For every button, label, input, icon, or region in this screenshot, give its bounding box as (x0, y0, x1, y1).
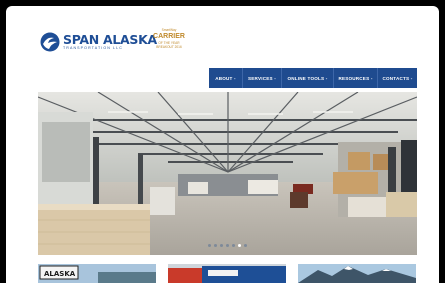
nav-about[interactable]: ABOUT - (209, 68, 243, 88)
nav-resources[interactable]: RESOURCES - (334, 68, 378, 88)
brand-name: SPAN ALASKA (63, 32, 157, 47)
browser-screen: SPAN ALASKA TRANSPORTATION LLC SmartWay … (6, 6, 439, 283)
slider-dot[interactable] (226, 244, 229, 247)
site-logo[interactable]: SPAN ALASKA TRANSPORTATION LLC (40, 32, 157, 52)
thumbnail-mountains[interactable] (298, 264, 416, 283)
brand-subtitle: TRANSPORTATION LLC (63, 46, 123, 50)
warehouse-photo (38, 92, 417, 255)
slider-dot[interactable] (208, 244, 211, 247)
nav-contacts[interactable]: CONTACTS - (378, 68, 417, 88)
carrier-award-badge: SmartWay CARRIER OF THE YEAR BREAKOUT 20… (152, 28, 186, 62)
nav-online-tools[interactable]: ONLINE TOOLS - (282, 68, 334, 88)
slider-dot[interactable] (214, 244, 217, 247)
hero-slider[interactable] (38, 92, 417, 255)
slider-dots (208, 244, 247, 247)
main-nav: ABOUT - SERVICES - ONLINE TOOLS - RESOUR… (209, 68, 417, 88)
slider-dot[interactable] (244, 244, 247, 247)
thumbnail-sign[interactable]: ALASKA (38, 264, 156, 283)
sign-photo: ALASKA (38, 264, 156, 283)
award-title: CARRIER (153, 33, 185, 40)
award-detail: BREAKOUT 2016 (156, 45, 182, 49)
slider-dot[interactable] (232, 244, 235, 247)
nav-services[interactable]: SERVICES - (243, 68, 282, 88)
thumbnail-truck[interactable] (168, 264, 286, 283)
slider-dot-active[interactable] (238, 244, 241, 247)
slider-dot[interactable] (220, 244, 223, 247)
feature-thumbnails: ALASKA (38, 264, 417, 283)
truck-photo (168, 264, 286, 283)
span-alaska-logo-icon (40, 32, 60, 52)
mountain-photo (298, 264, 416, 283)
site-header: SPAN ALASKA TRANSPORTATION LLC SmartWay … (6, 6, 439, 68)
thumbnail-sign-text: ALASKA (44, 270, 76, 278)
